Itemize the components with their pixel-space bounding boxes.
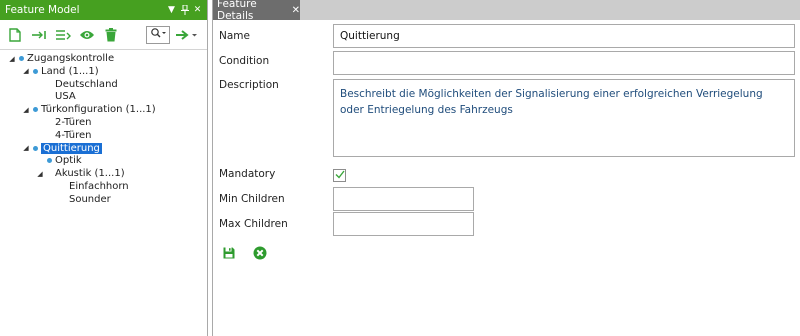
tab-close-icon[interactable]: ✕ [292,5,300,16]
mandatory-label: Mandatory [219,168,276,180]
save-icon[interactable] [222,246,236,260]
tree-item[interactable]: 4-Türen [36,129,92,142]
name-label: Name [219,30,250,42]
tab-feature-details-label: Feature Details [217,0,257,22]
tree-item[interactable]: ◢ Akustik (1...1) [36,167,125,180]
tree-item-label: Sounder [69,193,111,205]
condition-field[interactable] [333,51,795,75]
feature-dot-icon [19,56,24,61]
expand-triangle-icon[interactable]: ◢ [22,144,30,152]
description-field[interactable]: Beschreibt die Möglichkeiten der Signali… [333,79,795,157]
feature-model-header: Feature Model ▼ ✕ [0,0,207,20]
pin-icon[interactable] [179,3,190,17]
tree-item-label: Deutschland [55,78,118,90]
search-icon [150,27,166,42]
name-value: Quittierung [340,30,400,42]
tree-item-label: USA [55,91,76,103]
feature-model-toolbar [0,20,207,50]
tree-item-label: Land (1...1) [41,65,99,77]
tree-item[interactable]: ◢ Zugangskontrolle [8,52,114,65]
tree-item[interactable]: ◢ Land (1...1) [22,65,99,78]
cancel-icon[interactable] [253,246,267,260]
tree-item-label: Optik [55,155,82,167]
feature-dot-icon [33,68,38,74]
tab-feature-details[interactable]: Feature Details ✕ [213,0,300,22]
tree-item-label: 2-Türen [55,117,92,128]
tree-item-label: Einfachhorn [69,181,129,192]
description-value: Beschreibt die Möglichkeiten der Signali… [340,88,763,116]
min-children-field[interactable] [333,187,474,211]
outdent-list-icon[interactable] [54,26,72,44]
search-dropdown[interactable] [146,25,170,44]
tree-item[interactable]: Einfachhorn [50,180,129,193]
feature-dot-icon [47,158,52,164]
feature-details-panel: Feature Details ✕ Name Quittierung Condi… [212,0,800,336]
trash-icon[interactable] [102,26,120,44]
dropdown-icon[interactable]: ▼ [166,3,177,17]
expand-triangle-icon[interactable]: ◢ [22,106,30,114]
tab-bar: Feature Details ✕ [213,0,800,22]
indent-icon[interactable] [30,26,48,44]
tree-item[interactable]: Optik [36,154,82,167]
tree-item[interactable]: USA [36,90,76,103]
tree-item[interactable]: ◢ Quittierung [22,142,102,155]
close-icon[interactable]: ✕ [192,3,203,17]
tree-item[interactable]: Deutschland [36,78,118,91]
tree-item-label: 4-Türen [55,129,92,141]
name-field[interactable]: Quittierung [333,24,795,48]
mandatory-checkbox[interactable] [333,169,346,182]
description-label: Description [219,79,279,91]
feature-dot-icon [33,145,38,151]
feature-dot-icon [33,107,38,113]
tree-item-label: Quittierung [41,142,102,154]
eye-icon[interactable] [78,26,96,44]
checkmark-icon [335,170,345,182]
expand-triangle-icon[interactable]: ◢ [8,55,16,63]
expand-triangle-icon[interactable]: ◢ [22,67,30,75]
tree-item[interactable]: 2-Türen [36,116,92,129]
navigate-arrow-icon[interactable] [174,26,200,44]
max-children-field[interactable] [333,212,474,236]
feature-model-panel: Feature Model ▼ ✕ ◢ Zugangskontrolle ◢ L… [0,0,208,336]
tree-item[interactable]: Sounder [50,193,111,206]
tree-item[interactable]: ◢ Türkonfiguration (1...1) [22,103,156,116]
min-children-label: Min Children [219,193,285,205]
new-file-icon[interactable] [6,26,24,44]
feature-model-title: Feature Model [5,4,80,16]
expand-triangle-icon[interactable]: ◢ [36,170,44,178]
condition-label: Condition [219,55,270,67]
tree-item-label: Türkonfiguration (1...1) [41,104,156,116]
max-children-label: Max Children [219,218,288,230]
tree-item-label: Zugangskontrolle [27,53,115,64]
tree-item-label: Akustik (1...1) [55,168,125,180]
